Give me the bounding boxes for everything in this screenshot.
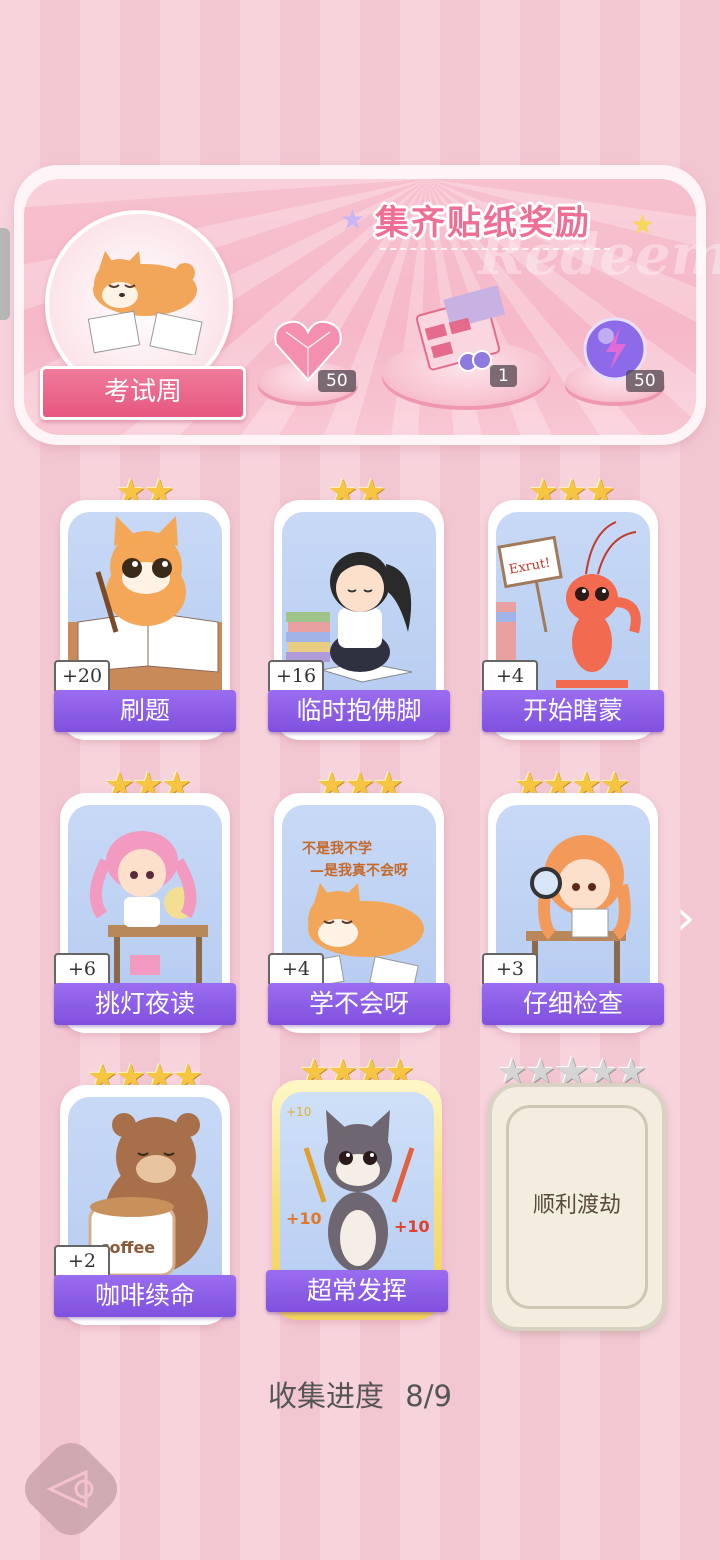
side-tab[interactable] <box>0 228 10 320</box>
character-label: 考试周 <box>40 366 246 420</box>
sticker-card[interactable]: coffee +2 咖啡续命 <box>54 1085 236 1325</box>
banner-title: 集齐贴纸奖励 <box>375 203 591 243</box>
points-badge: +2 <box>54 1245 110 1279</box>
points-badge: +4 <box>268 953 324 987</box>
progress-value: 8/9 <box>405 1379 452 1413</box>
locked-sticker-card[interactable]: 顺利渡劫 <box>488 1083 666 1331</box>
dashed-divider <box>380 248 610 250</box>
progress-label: 收集进度 <box>268 1379 385 1413</box>
card-label: 开始瞎蒙 <box>482 690 664 732</box>
sticker-card[interactable]: +20 刷题 <box>54 500 236 740</box>
card-label: 学不会呀 <box>268 983 450 1025</box>
sticker-card[interactable]: 不是我不学 —是我真不会呀 +4 学不会呀 <box>268 793 450 1033</box>
card-label: 咖啡续命 <box>54 1275 236 1317</box>
points-badge: +16 <box>268 660 324 694</box>
sticker-box-icon[interactable] <box>412 286 508 376</box>
card-label: 挑灯夜读 <box>54 983 236 1025</box>
sticker-card[interactable]: Exrut! +4 开始瞎蒙 <box>482 500 664 740</box>
card-label: 仔细检查 <box>482 983 664 1025</box>
shiba-caption: 不是我不学 <box>302 840 372 857</box>
star-icon: ★ <box>630 208 656 241</box>
card-label: 顺利渡劫 <box>532 1193 621 1218</box>
reward-count: 50 <box>626 370 664 392</box>
back-arrow-icon <box>46 1469 94 1509</box>
collection-progress: 收集进度 8/9 <box>0 1373 720 1415</box>
shiba-caption: —是我真不会呀 <box>310 862 408 879</box>
card-label: 临时抱佛脚 <box>268 690 450 732</box>
star-icon: ★ <box>340 203 366 236</box>
sticker-card[interactable]: +16 临时抱佛脚 <box>268 500 450 740</box>
sticker-card[interactable]: +6 挑灯夜读 <box>54 793 236 1033</box>
card-label: 刷题 <box>54 690 236 732</box>
reward-count: 50 <box>318 370 356 392</box>
bonus-text: +10 <box>394 1217 430 1236</box>
bonus-text: +10 <box>286 1209 322 1228</box>
cat-cheering-icon: +10 +10 +10 <box>286 1105 430 1272</box>
points-badge: +20 <box>54 660 110 694</box>
next-page-arrow-icon[interactable]: › <box>676 890 695 946</box>
bonus-text: +10 <box>286 1105 311 1119</box>
sticker-card[interactable]: +3 仔细检查 <box>482 793 664 1033</box>
points-badge: +6 <box>54 953 110 987</box>
points-badge: +4 <box>482 660 538 694</box>
points-badge: +3 <box>482 953 538 987</box>
card-art: +10 +10 +10 <box>280 1092 434 1280</box>
card-label: 超常发挥 <box>266 1270 448 1312</box>
reward-count: 1 <box>490 365 517 387</box>
shiba-sleeping-icon <box>87 251 203 355</box>
sticker-card[interactable]: +10 +10 +10 超常发挥 <box>266 1080 448 1320</box>
